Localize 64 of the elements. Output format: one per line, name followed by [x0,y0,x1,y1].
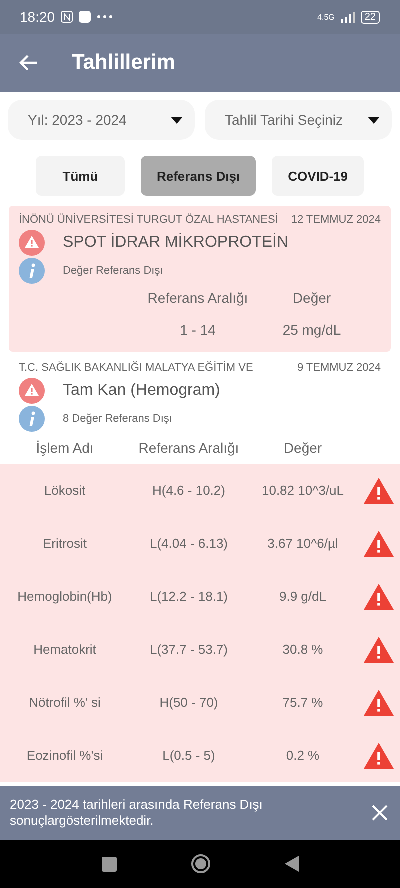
warning-icon [364,478,394,504]
nfc-icon [61,11,74,23]
info-icon [19,406,45,432]
table-cell-text: L(12.2 - 18.1) [148,589,230,604]
table-cell-text: 10.82 10^3/uL [260,483,345,498]
table-cell-text: L(0.5 - 5) [162,748,216,763]
table-cell-text: 1 - 14 [179,321,217,340]
app-notification-icon [79,11,92,23]
more-icon [97,15,114,19]
warning-icon [364,636,394,662]
table-cell-text: L(4.04 - 6.13) [148,536,230,551]
table-cell-text: L(37.7 - 53.7) [148,642,230,657]
warning-icon [364,530,394,556]
warning-icon [364,690,394,716]
caret-icon [368,116,380,124]
close-icon[interactable] [372,805,388,821]
filter-button[interactable]: COVID-19 [272,156,364,196]
info-icon [19,258,45,284]
warning-icon [19,378,45,404]
result-note: Değer Referans Dışı [63,265,164,277]
warning-icon [364,584,394,610]
column-header: Değer [282,439,324,458]
result-date: 12 TEMMUZ 2024 [291,214,381,226]
recents-icon[interactable] [102,856,116,872]
column-header: Referans Aralığı [138,439,240,458]
network-label: 4.5G [318,12,335,22]
result-date: 9 TEMMUZ 2024 [297,362,381,374]
result-note: 8 Değer Referans Dışı [63,413,172,425]
home-icon[interactable] [190,854,210,874]
test-name: Tam Kan (Hemogram) [63,382,220,400]
snackbar-message: 2023 - 2024 tarihleri arasında Referans Dışı sonuçlargösterilmektedir. [10,797,264,829]
table-cell-text: Hematokrit [32,642,98,657]
table-cell-text: 0.2 % [285,748,321,763]
warning-icon [19,230,45,256]
hospital-name: T.C. SAĞLIK BAKANLIĞI MALATYA EĞİTİM VE [19,362,254,374]
back-icon[interactable] [284,856,298,872]
table-cell-text: Lökosit [43,483,87,498]
table-cell-text: Hemoglobin(Hb) [16,589,114,604]
table-cell-text: 3.67 10^6/µl [266,536,340,551]
table-cell-text: Nötrofil %' si [28,695,102,710]
table-cell-text: 25 mg/dL [282,321,342,340]
test-name: SPOT İDRAR MİKROPROTEİN [63,234,289,252]
battery-level: 22 [360,10,380,24]
column-header: Değer [292,289,332,308]
status-time: 18:20 [20,9,56,25]
column-header: İşlem Adı [35,439,95,458]
back-arrow-icon[interactable] [18,54,38,72]
caret-icon [171,116,183,124]
dropdown[interactable]: Yıl: 2023 - 2024 [8,100,195,140]
dropdown[interactable]: Tahlil Tarihi Seçiniz [205,100,392,140]
table-cell-text: H(50 - 70) [158,695,220,710]
warning-icon [364,742,394,768]
hospital-name: İNÖNÜ ÜNİVERSİTESİ TURGUT ÖZAL HASTANESİ [19,214,278,226]
filter-button[interactable]: Tümü [36,156,125,196]
signal-icon [340,12,355,22]
table-cell-text: Eritrosit [42,536,88,551]
table-cell-text: 30.8 % [282,642,324,657]
table-cell-text: Eozinofil %'si [26,748,104,763]
table-cell-text: 75.7 % [282,695,324,710]
page-title: Tahlillerim [72,51,176,75]
table-cell-text: H(4.6 - 10.2) [152,483,226,498]
column-header: Referans Aralığı [146,289,250,308]
filter-button[interactable]: Referans Dışı [140,156,256,196]
table-cell-text: 9.9 g/dL [278,589,328,604]
